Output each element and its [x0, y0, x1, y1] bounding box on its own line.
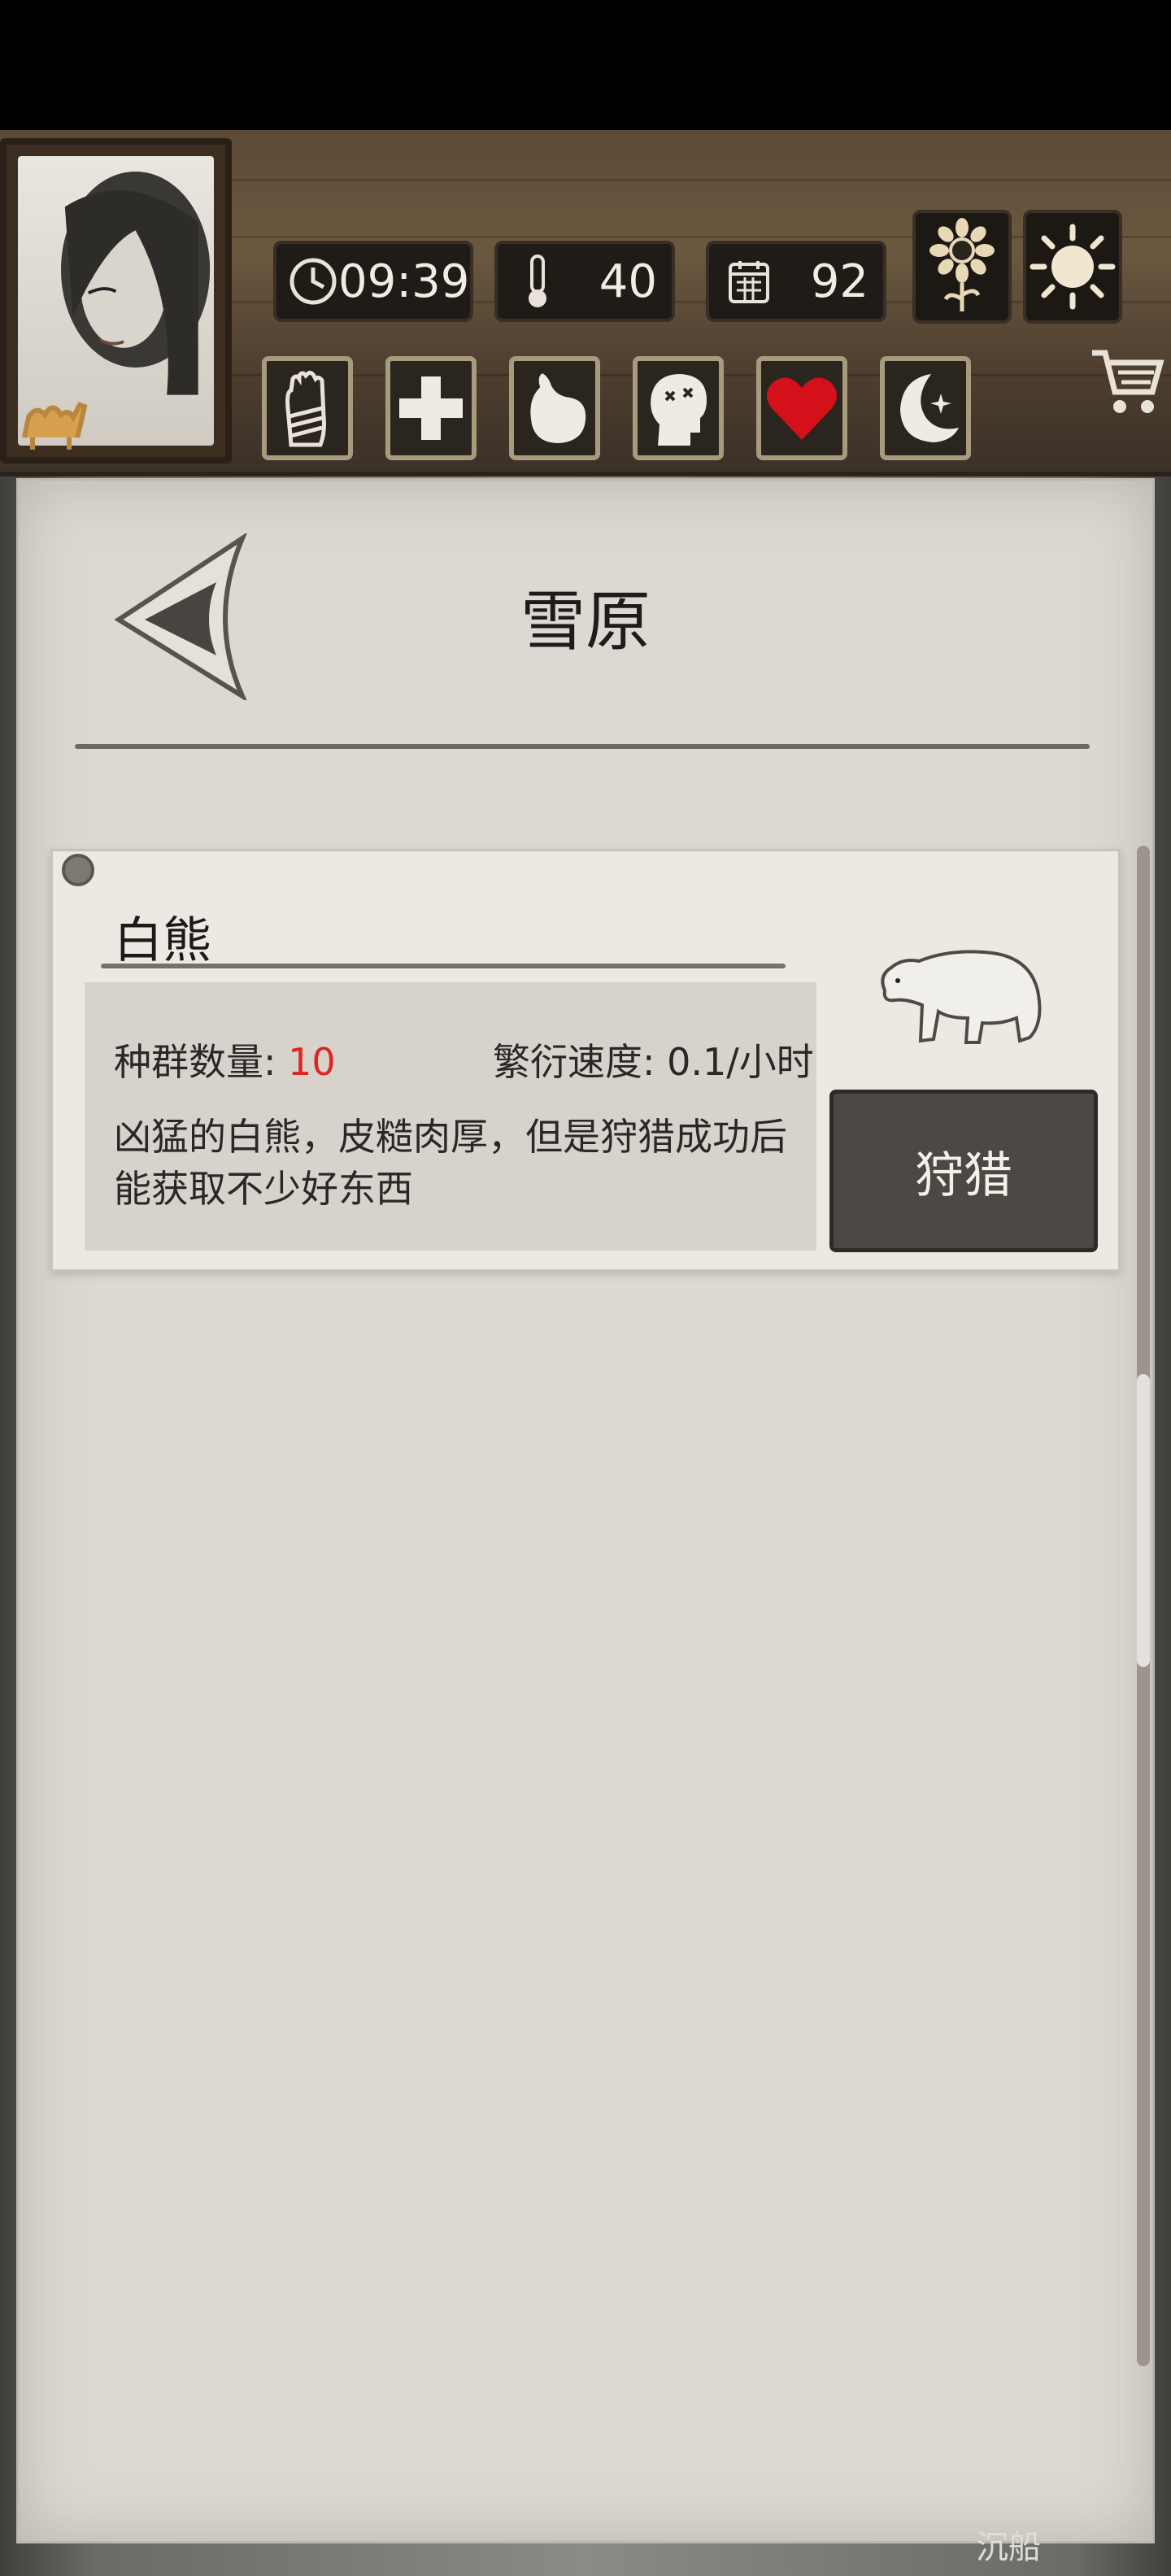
- sunflower-icon: [929, 218, 995, 311]
- animal-name-divider: [101, 964, 786, 968]
- sunflower-button[interactable]: [912, 210, 1012, 324]
- character-portrait[interactable]: [0, 138, 232, 463]
- population-stat: 种群数量: 10: [114, 1033, 336, 1086]
- breed-value: 0.1/小时: [667, 1040, 814, 1084]
- footer-partial-label: 沉船: [976, 2529, 1041, 2566]
- title-divider: [75, 744, 1090, 749]
- page-title: 雪原: [520, 584, 651, 659]
- temperature-display: 40: [494, 241, 675, 322]
- breed-label: 繁衍速度:: [493, 1040, 655, 1084]
- shop-cart-icon[interactable]: [1086, 342, 1167, 423]
- animal-name: 白熊: [114, 912, 211, 969]
- time-value: 09:39: [338, 255, 470, 308]
- health-button[interactable]: [385, 356, 477, 460]
- mental-button[interactable]: [633, 356, 724, 460]
- temperature-value: 40: [599, 255, 657, 308]
- stomach-icon: [529, 371, 588, 446]
- weather-button[interactable]: [1023, 210, 1122, 324]
- day-display: 92: [706, 241, 886, 322]
- sun-icon: [1030, 224, 1116, 310]
- clock-icon: [288, 253, 338, 310]
- polar-bear-icon: [881, 950, 1042, 1044]
- hunger-button[interactable]: [509, 356, 600, 460]
- head-dizzy-icon: [651, 374, 707, 446]
- system-status-bar: [0, 0, 1171, 130]
- health-cross-icon: [399, 376, 463, 440]
- pin-icon: [62, 854, 94, 886]
- thermometer-icon: [509, 253, 566, 310]
- hand-bandage-button[interactable]: [262, 356, 353, 460]
- calendar-icon: [720, 253, 777, 310]
- camel-icon: [22, 402, 88, 450]
- clock-display: 09:39: [273, 241, 473, 322]
- population-value: 10: [288, 1040, 336, 1084]
- day-value: 92: [810, 255, 868, 308]
- moon-icon: [900, 374, 959, 442]
- scrollbar-thumb[interactable]: [1137, 1374, 1150, 1667]
- animal-description: 凶猛的白熊，皮糙肉厚，但是狩猎成功后能获取不少好东西: [114, 1115, 787, 1211]
- sleep-button[interactable]: [880, 356, 971, 460]
- heart-icon: [766, 377, 838, 440]
- content-panel: [16, 478, 1155, 2543]
- heart-button[interactable]: [756, 356, 847, 460]
- back-arrow-icon[interactable]: [112, 533, 250, 700]
- hand-bandage-icon: [285, 370, 326, 447]
- population-label: 种群数量:: [114, 1040, 276, 1084]
- breed-stat: 繁衍速度: 0.1/小时: [493, 1033, 814, 1086]
- hunt-button[interactable]: 狩猎: [829, 1090, 1098, 1252]
